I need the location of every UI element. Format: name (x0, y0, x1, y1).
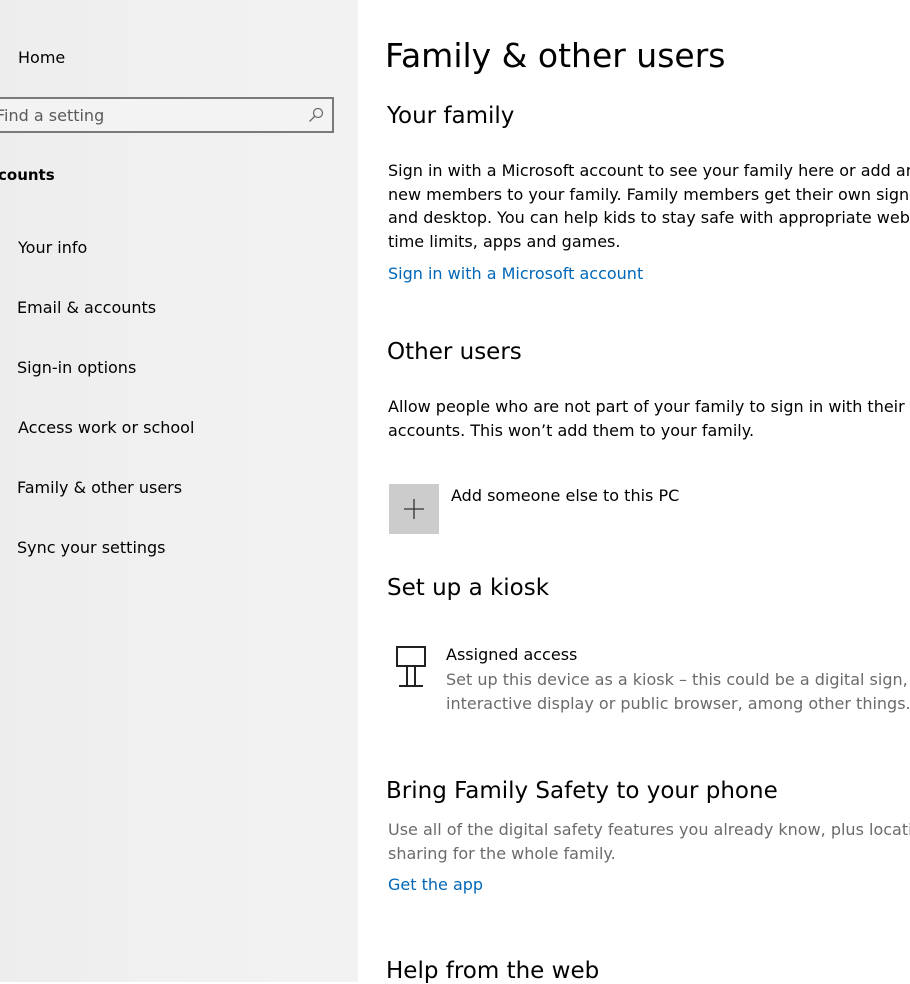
add-user-button[interactable] (389, 484, 439, 534)
kiosk-heading: Set up a kiosk (387, 575, 550, 601)
assigned-access-title[interactable]: Assigned access (446, 645, 577, 664)
search-box[interactable] (0, 97, 334, 133)
assigned-access-description: Set up this device as a kiosk – this cou… (446, 668, 910, 716)
your-family-description: Sign in with a Microsoft account to see … (388, 159, 910, 253)
text-line: Use all of the digital safety features y… (388, 820, 910, 839)
home-link[interactable]: Home (18, 48, 65, 67)
other-users-description: Allow people who are not part of your fa… (388, 395, 910, 442)
text-line: accounts. This won’t add them to your fa… (388, 420, 755, 440)
sidebar-item-access-work-school[interactable]: Access work or school (18, 418, 194, 437)
add-user-label[interactable]: Add someone else to this PC (451, 486, 679, 505)
search-input[interactable] (0, 99, 296, 131)
plus-icon (389, 499, 439, 538)
sidebar-item-email-accounts[interactable]: Email & accounts (17, 298, 156, 317)
your-family-heading: Your family (387, 103, 515, 129)
help-web-heading: Help from the web (386, 958, 600, 984)
text-line: new members to your family. Family membe… (388, 184, 910, 204)
kiosk-icon[interactable] (396, 646, 428, 688)
text-line: time limits, apps and games. (388, 231, 621, 251)
sign-in-microsoft-link[interactable]: Sign in with a Microsoft account (388, 264, 643, 283)
family-safety-heading: Bring Family Safety to your phone (386, 778, 778, 804)
get-the-app-link[interactable]: Get the app (388, 875, 483, 894)
section-label-accounts: counts (0, 166, 55, 184)
sidebar-item-family-other-users[interactable]: Family & other users (17, 478, 182, 497)
text-line: and desktop. You can help kids to stay s… (388, 208, 910, 227)
search-icon[interactable] (308, 107, 324, 123)
text-line: Set up this device as a kiosk – this cou… (446, 670, 908, 689)
text-line: Allow people who are not part of your fa… (388, 397, 910, 416)
sidebar-item-sign-in-options[interactable]: Sign-in options (17, 358, 136, 377)
other-users-heading: Other users (387, 339, 522, 365)
sidebar: Home counts Your info Email & accounts S… (0, 0, 358, 982)
text-line: Sign in with a Microsoft account to see … (388, 161, 910, 180)
text-line: sharing for the whole family. (388, 843, 616, 863)
page-title: Family & other users (385, 36, 726, 75)
family-safety-description: Use all of the digital safety features y… (388, 818, 910, 865)
sidebar-item-your-info[interactable]: Your info (18, 238, 87, 257)
sidebar-item-sync-settings[interactable]: Sync your settings (17, 538, 166, 557)
text-line: interactive display or public browser, a… (446, 694, 910, 713)
